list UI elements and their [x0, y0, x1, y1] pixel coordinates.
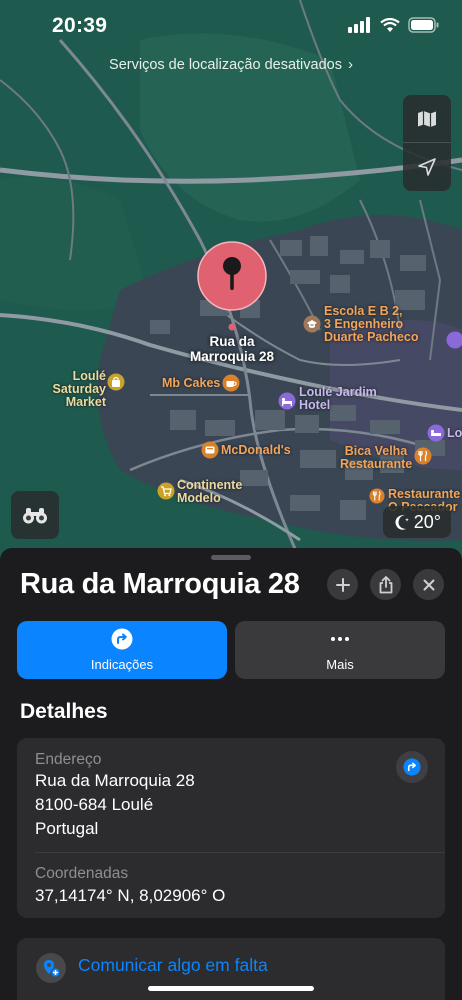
status-time: 20:39	[52, 14, 108, 37]
share-icon	[379, 575, 392, 593]
place-title: Rua da Marroquia 28	[20, 568, 300, 600]
restaurant-icon	[414, 447, 432, 465]
close-icon	[423, 579, 434, 590]
address-label: Endereço	[35, 751, 102, 768]
poi-label: McDonald's	[221, 443, 291, 457]
pin-icon	[197, 241, 267, 331]
chevron-right-icon: ›	[347, 56, 353, 73]
location-services-banner[interactable]: Serviços de localização desativados ›	[0, 56, 462, 73]
status-icons	[348, 17, 440, 33]
details-card: Endereço Rua da Marroquia 28 8100-684 Lo…	[17, 738, 445, 918]
poi-label: Continente Modelo	[177, 478, 243, 505]
banner-text: Serviços de localização desativados	[109, 57, 342, 73]
map-view[interactable]: 20:39 Serviços de localização desativado…	[0, 0, 462, 560]
more-button[interactable]: Mais	[235, 621, 445, 679]
more-label: Mais	[326, 657, 354, 672]
look-around-button[interactable]	[11, 491, 59, 539]
poi-label: Loulé Saturday Market	[52, 369, 107, 409]
status-bar: 20:39	[0, 0, 462, 56]
plus-icon	[335, 577, 350, 592]
add-button[interactable]	[327, 569, 358, 600]
close-button[interactable]	[413, 569, 444, 600]
coordinates-label: Coordenadas	[35, 865, 129, 882]
location-plus-icon	[44, 960, 61, 978]
fast-food-icon	[201, 441, 219, 459]
coordinates-value[interactable]: 37,14174° N, 8,02906° O	[35, 884, 225, 908]
pin-label: Rua da Marroquia 28	[189, 334, 275, 364]
poi-label: Mb Cakes	[162, 376, 221, 390]
shopping-bag-icon	[107, 373, 125, 391]
poi-label: Escola E B 2, 3 Engenheiro Duarte Pachec…	[324, 304, 419, 344]
moon-icon	[395, 514, 409, 530]
shopping-cart-icon	[157, 482, 175, 500]
hotel-icon	[446, 331, 462, 349]
poi-label: Loulé Jardim Hotel	[299, 385, 377, 412]
card-divider	[35, 852, 445, 853]
report-icon	[36, 953, 66, 983]
address-line-1[interactable]: Rua da Marroquia 28	[35, 769, 195, 793]
cellular-signal-icon	[348, 17, 370, 33]
directions-icon	[111, 628, 133, 650]
hotel-icon	[278, 392, 296, 410]
map-mode-button[interactable]	[403, 95, 451, 142]
report-link: Comunicar algo em falta	[78, 955, 268, 975]
binoculars-icon	[23, 508, 47, 524]
map-icon	[418, 110, 436, 127]
cafe-icon	[222, 374, 240, 392]
current-location-button[interactable]	[403, 143, 451, 190]
address-line-3[interactable]: Portugal	[35, 817, 98, 841]
sheet-grabber[interactable]	[211, 555, 251, 560]
restaurant-icon	[369, 488, 385, 504]
location-arrow-icon	[418, 157, 436, 176]
address-directions-button[interactable]	[396, 751, 428, 783]
hotel-icon	[427, 424, 445, 442]
details-heading: Detalhes	[20, 700, 108, 723]
place-card-sheet: Rua da Marroquia 28 Indicações Mais Deta…	[0, 548, 462, 1000]
more-icon	[331, 637, 349, 641]
directions-label: Indicações	[90, 657, 154, 672]
battery-icon	[408, 17, 439, 33]
poi-label: Bica Velha Restaurante	[340, 444, 413, 471]
directions-button[interactable]: Indicações	[17, 621, 227, 679]
school-icon	[303, 315, 321, 333]
weather-temp: 20°	[413, 511, 441, 532]
poi-label: Lo	[447, 427, 462, 440]
wifi-icon	[380, 17, 400, 32]
home-indicator[interactable]	[148, 986, 314, 991]
share-button[interactable]	[370, 569, 401, 600]
address-line-2[interactable]: 8100-684 Loulé	[35, 793, 153, 817]
map-controls	[403, 95, 451, 191]
weather-badge: 20°	[382, 506, 451, 538]
directions-icon	[403, 758, 421, 776]
